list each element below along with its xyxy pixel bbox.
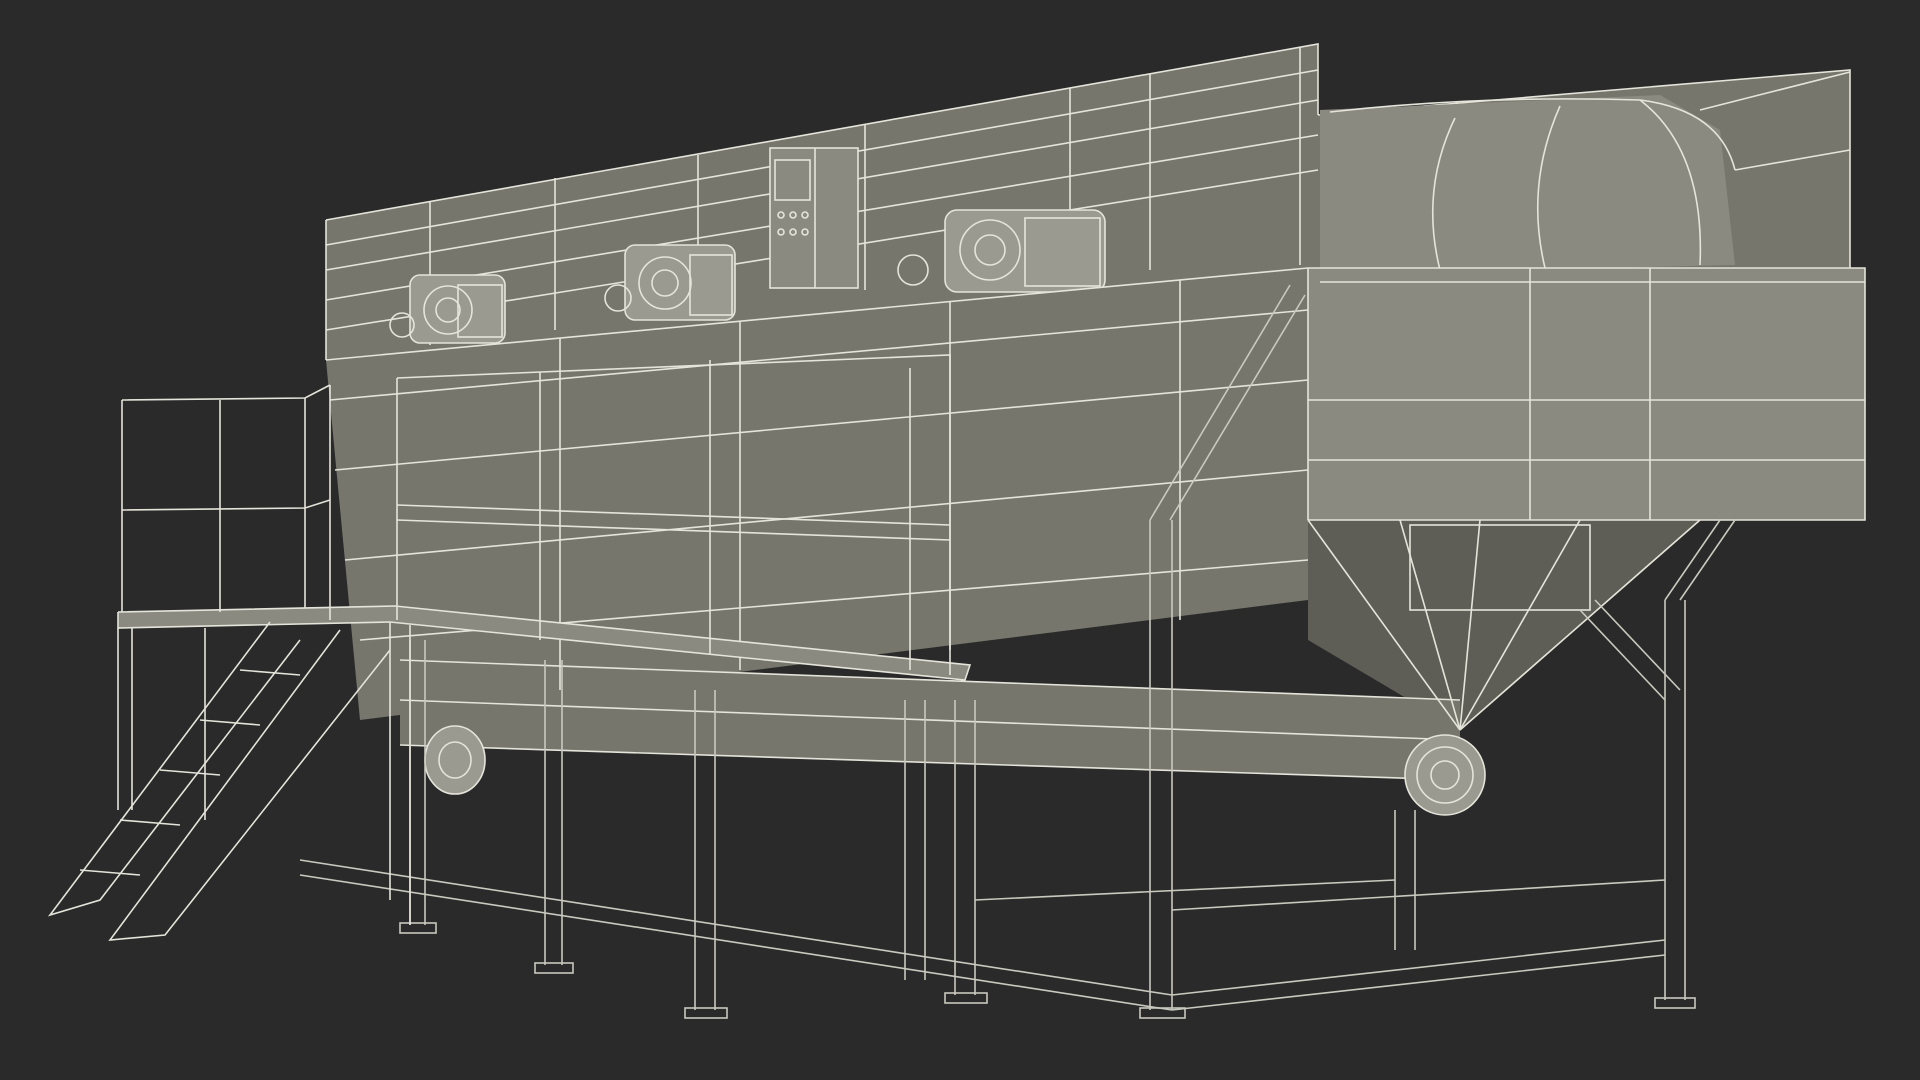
control-cabinet: [769, 147, 859, 289]
motor-center: [604, 244, 736, 321]
hopper-body: [325, 267, 1866, 816]
rear-flange: [424, 725, 486, 795]
render-viewport: [0, 0, 1920, 1080]
wireframe-machine-render: [47, 43, 1866, 1019]
outlet-flange: [1404, 734, 1486, 816]
